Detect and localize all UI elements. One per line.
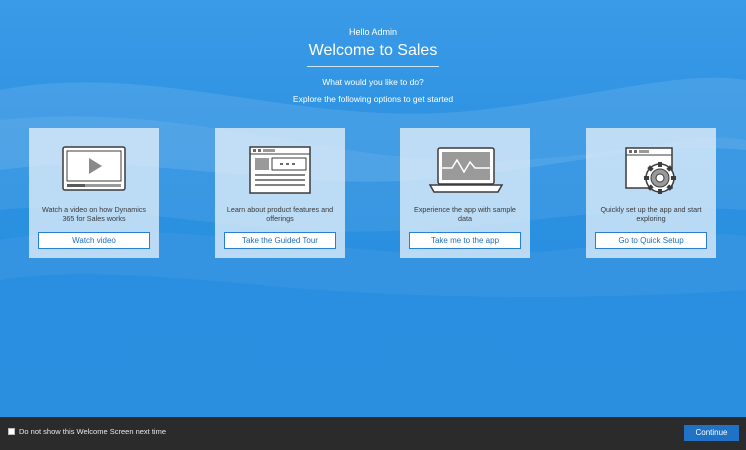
option-card-quick-setup: Quickly set up the app and start explori… [586, 128, 716, 258]
subtitle-text: Explore the following options to get sta… [292, 94, 454, 104]
guided-tour-button[interactable]: Take the Guided Tour [224, 232, 336, 249]
continue-button[interactable]: Continue [684, 425, 739, 441]
card-description: Learn about product features and offerin… [226, 205, 334, 223]
settings-gear-icon [586, 138, 716, 198]
greeting-text: Hello Admin [348, 27, 398, 37]
video-player-icon [29, 138, 159, 198]
card-description: Quickly set up the app and start explori… [600, 205, 702, 223]
web-page-icon [215, 138, 345, 198]
dont-show-again-label[interactable]: Do not show this Welcome Screen next tim… [19, 427, 166, 436]
watch-video-button[interactable]: Watch video [38, 232, 150, 249]
card-description: Watch a video on how Dynamics 365 for Sa… [42, 205, 146, 223]
option-card-video: Watch a video on how Dynamics 365 for Sa… [29, 128, 159, 258]
dont-show-again-checkbox[interactable] [8, 428, 15, 435]
take-me-to-app-button[interactable]: Take me to the app [409, 232, 521, 249]
card-description: Experience the app with sample data [414, 205, 516, 223]
page-title: Welcome to Sales [308, 42, 438, 59]
title-divider [307, 66, 439, 67]
quick-setup-button[interactable]: Go to Quick Setup [595, 232, 707, 249]
question-text: What would you like to do? [322, 77, 424, 87]
laptop-chart-icon [400, 138, 530, 198]
footer-bar: Do not show this Welcome Screen next tim… [0, 417, 746, 450]
option-card-guided-tour: Learn about product features and offerin… [215, 128, 345, 258]
option-card-sample-data: Experience the app with sample data Take… [400, 128, 530, 258]
